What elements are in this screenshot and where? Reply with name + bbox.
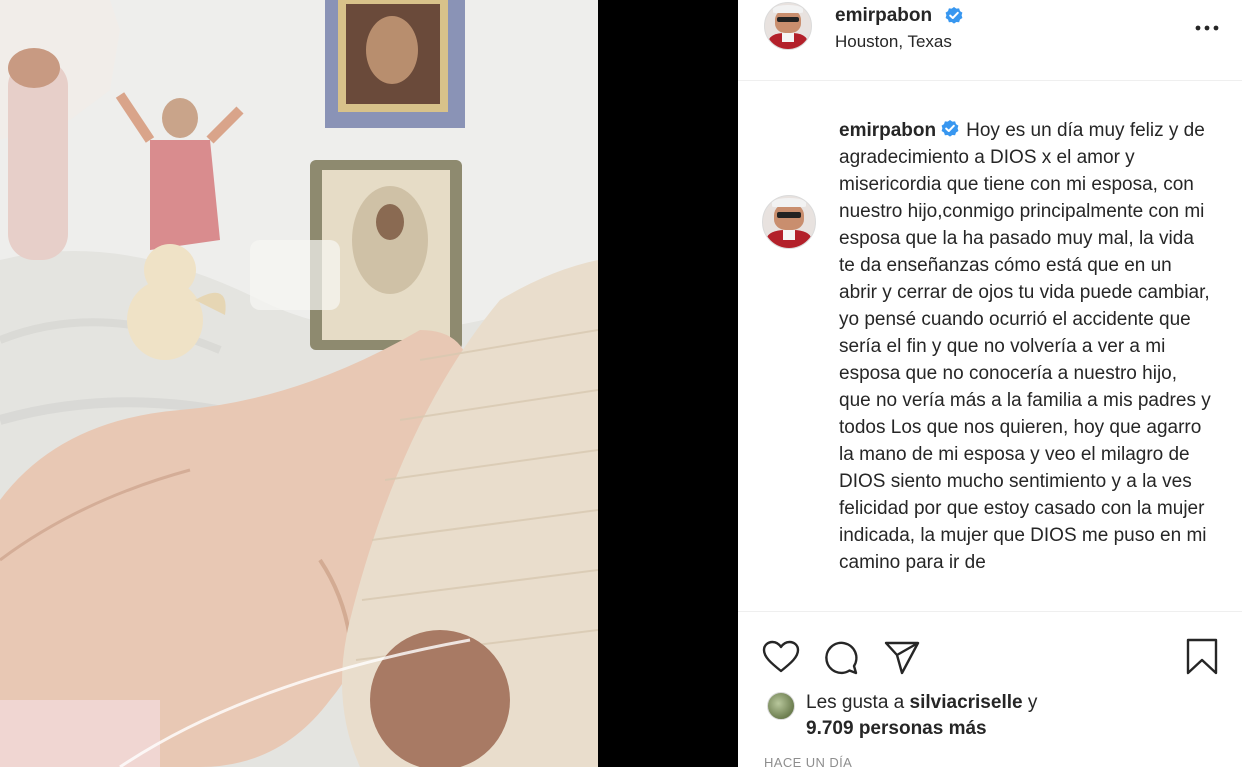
liker-avatar[interactable] [767, 692, 795, 720]
caption: emirpabon Hoy es un día muy feliz y de a… [839, 117, 1211, 576]
caption-author-avatar[interactable] [762, 195, 816, 249]
bookmark-icon[interactable] [1185, 638, 1219, 676]
verified-badge-icon [945, 7, 963, 24]
liker-username[interactable]: silviacriselle [910, 692, 1023, 713]
more-horizontal-icon[interactable] [1192, 18, 1222, 38]
post-header: emirpabon Houston, Texas [738, 0, 1242, 81]
paper-plane-icon[interactable] [883, 640, 921, 676]
caption-username[interactable]: emirpabon [839, 120, 936, 141]
author-username[interactable]: emirpabon [835, 5, 932, 27]
caption-text: Hoy es un día muy feliz y de agradecimie… [839, 120, 1211, 573]
verified-badge-icon [941, 120, 959, 137]
heart-icon[interactable] [762, 640, 800, 674]
post-photo-illustration [0, 0, 598, 767]
likes-count[interactable]: 9.709 personas más [806, 718, 987, 740]
post-actions: Les gusta a silviacriselle y 9.709 perso… [738, 611, 1242, 767]
post-timestamp[interactable]: Hace un día [764, 755, 852, 767]
post-side-panel: emirpabon Houston, Texas emirpabon Hoy e… [738, 0, 1242, 767]
likes-summary: Les gusta a silviacriselle y [806, 692, 1037, 714]
post-image[interactable] [0, 0, 598, 767]
post-location[interactable]: Houston, Texas [835, 32, 952, 52]
likes-conjunction: y [1027, 692, 1038, 713]
likes-prefix: Les gusta a [806, 692, 905, 713]
comment-bubble-icon[interactable] [823, 640, 859, 676]
image-letterbox [598, 0, 738, 767]
author-avatar[interactable] [764, 2, 812, 50]
caption-area[interactable]: emirpabon Hoy es un día muy feliz y de a… [738, 81, 1242, 611]
